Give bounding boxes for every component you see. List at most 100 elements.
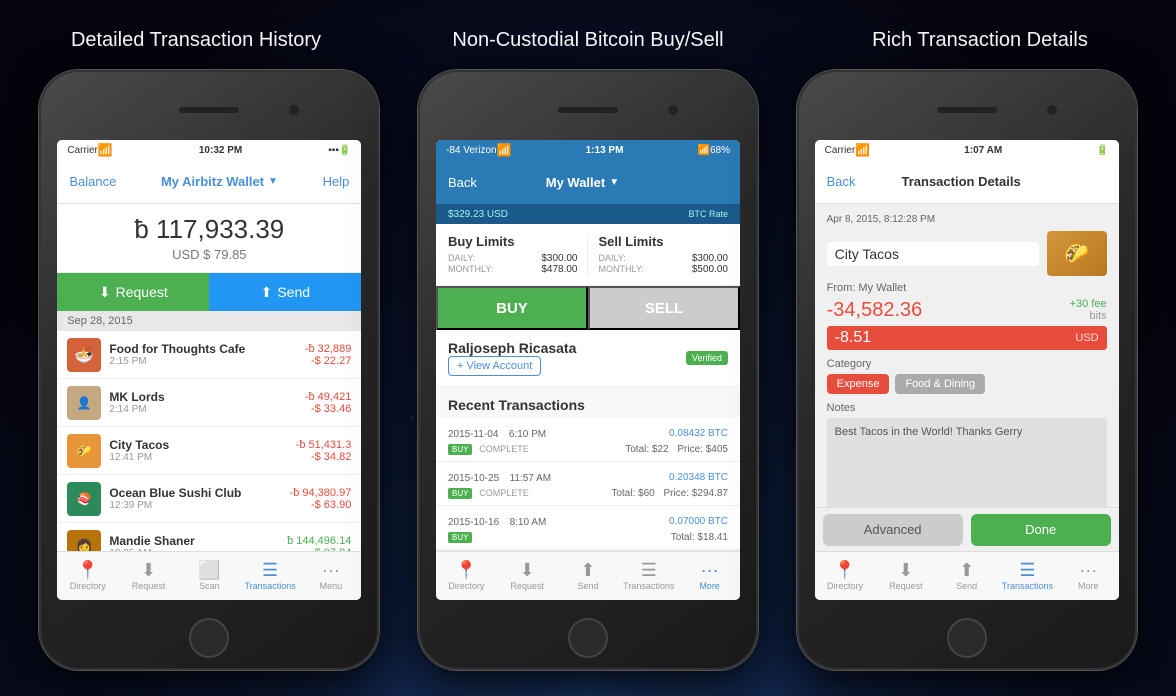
phone-1: Carrier 📶 10:32 PM ▪▪▪🔋 Balance My Airbi… [39, 70, 379, 670]
tx-amounts-1: -ƀ 32,889 -$ 22.27 [305, 343, 351, 367]
phone-2-btc-rate-label: BTC Rate [688, 209, 728, 219]
detail-notes-box[interactable]: Best Tacos in the World! Thanks Gerry [827, 418, 1107, 518]
tab-transactions-2[interactable]: ☰ Transactions [618, 561, 679, 591]
tab-directory-2[interactable]: 📍 Directory [436, 561, 497, 591]
tx-btc-1: -ƀ 32,889 [305, 343, 351, 355]
btc-tx-status-2: COMPLETE [479, 488, 529, 498]
phone-2-tab-bar: 📍 Directory ⬇ Request ⬆ Send ☰ Transacti… [436, 551, 740, 600]
phone-2-nav-left[interactable]: Back [448, 175, 477, 190]
tx-icon-4: 🍣 [67, 482, 101, 516]
tx-amounts-2: -ƀ 49,421 -$ 33.46 [305, 391, 351, 415]
btc-tx-total-3: Total: $18.41 [671, 532, 728, 543]
tab-directory-3[interactable]: 📍 Directory [815, 561, 876, 591]
tx-time-1: 2:15 PM [109, 356, 305, 367]
buy-tab-button[interactable]: BUY [436, 286, 588, 330]
view-account-button[interactable]: + View Account [448, 356, 541, 376]
table-row[interactable]: 🌮 City Tacos 12:41 PM -ƀ 51,431.3 -$ 34.… [57, 427, 361, 475]
list-item[interactable]: 2015-10-16 8:10 AM 0.07000 BTC BUY Total… [436, 506, 740, 550]
tab-send-2[interactable]: ⬆ Send [558, 561, 619, 591]
phone-1-dropdown-arrow[interactable]: ▼ [268, 176, 278, 187]
phone-2-home[interactable] [568, 618, 608, 658]
btc-tx-date-1: 2015-11-04 [448, 429, 498, 440]
sell-tab-button[interactable]: SELL [588, 286, 740, 330]
btc-tx-left-3: 2015-10-16 8:10 AM [448, 512, 546, 530]
phone-1-send-button[interactable]: ⬆ Send [209, 273, 361, 311]
phone-1-nav-right[interactable]: Help [323, 174, 350, 189]
tx-icon-3: 🌮 [67, 434, 101, 468]
section-title-2: Non-Custodial Bitcoin Buy/Sell [452, 29, 723, 52]
advanced-button[interactable]: Advanced [823, 514, 963, 546]
tab-more-2[interactable]: ··· More [679, 561, 740, 591]
detail-merchant-row: City Tacos 🌮 [827, 231, 1107, 276]
phone-1-home[interactable] [189, 618, 229, 658]
buy-daily-value: $300.00 [541, 253, 577, 264]
btc-tx-left-1: 2015-11-04 6:10 PM [448, 424, 546, 442]
category-food-tag[interactable]: Food & Dining [895, 374, 985, 394]
list-item[interactable]: 2015-11-04 6:10 PM 0.08432 BTC BUY COMPL… [436, 418, 740, 462]
tab-request-3[interactable]: ⬇ Request [875, 561, 936, 591]
btc-tx-date-3: 2015-10-16 [448, 517, 499, 528]
detail-merchant-name: City Tacos [827, 242, 1039, 266]
phone-3: Carrier 📶 1:07 AM 🔋 Back Transaction Det… [797, 70, 1137, 670]
more-icon-3: ··· [1079, 561, 1097, 579]
phone-1-date-header: Sep 28, 2015 [57, 311, 361, 331]
btc-tx-details-1: BUY COMPLETE Total: $22 Price: $405 [448, 444, 728, 455]
request-icon-tab: ⬇ [141, 561, 156, 579]
table-row[interactable]: 🍣 Ocean Blue Sushi Club 12:39 PM -ƀ 94,3… [57, 475, 361, 523]
detail-amounts-row: -34,582.36 +30 fee bits [827, 298, 1107, 322]
tx-name-1: Food for Thoughts Cafe [109, 342, 305, 356]
tab-request-1[interactable]: ⬇ Request [118, 561, 179, 591]
section-title-1: Detailed Transaction History [71, 29, 321, 52]
section-header-1: Detailed Transaction History [0, 0, 392, 80]
section-headers: Detailed Transaction History Non-Custodi… [0, 0, 1176, 80]
category-expense-tag[interactable]: Expense [827, 374, 890, 394]
btc-tx-time-1: 6:10 PM [509, 429, 546, 440]
phone-3-nav-left[interactable]: Back [827, 174, 856, 189]
phone-1-time: 10:32 PM [113, 145, 328, 156]
sell-limits-col: Sell Limits DAILY: $300.00 MONTHLY: $500… [598, 234, 728, 275]
phone-2-wallet-amount: $329.23 USD [448, 209, 508, 220]
detail-notes-label: Notes [827, 402, 1107, 414]
tab-transactions-1[interactable]: ☰ Transactions [240, 561, 301, 591]
table-row[interactable]: 🍜 Food for Thoughts Cafe 2:15 PM -ƀ 32,8… [57, 331, 361, 379]
list-item[interactable]: 2015-10-25 11:57 AM 0.20348 BTC BUY COMP… [436, 462, 740, 506]
phone-2-limits: Buy Limits DAILY: $300.00 MONTHLY: $478.… [436, 224, 740, 286]
tab-scan-1[interactable]: ⬜ Scan [179, 561, 240, 591]
tab-directory-1[interactable]: 📍 Directory [57, 561, 118, 591]
tx-btc-4: -ƀ 94,380.97 [290, 487, 352, 499]
sell-monthly-row: MONTHLY: $500.00 [598, 264, 728, 275]
tx-info-1: Food for Thoughts Cafe 2:15 PM [109, 342, 305, 367]
phone-1-nav-left[interactable]: Balance [69, 174, 116, 189]
detail-fee-section: +30 fee bits [1070, 298, 1107, 322]
sell-monthly-value: $500.00 [692, 264, 728, 275]
btc-tx-totals-3: Total: $18.41 [671, 532, 728, 543]
tx-name-2: MK Lords [109, 390, 305, 404]
phone-3-home[interactable] [947, 618, 987, 658]
btc-tx-top-2: 2015-10-25 11:57 AM 0.20348 BTC [448, 468, 728, 486]
tab-menu-1[interactable]: ··· Menu [301, 561, 362, 591]
btc-tx-total-1: Total: $22 [625, 444, 668, 455]
phone-2-battery: 68% [710, 145, 730, 156]
send-icon-3: ⬆ [959, 561, 974, 579]
btc-tx-badge-1: BUY [448, 444, 472, 455]
tab-more-3[interactable]: ··· More [1058, 561, 1119, 591]
more-icon-2: ··· [701, 561, 719, 579]
tx-info-4: Ocean Blue Sushi Club 12:39 PM [109, 486, 289, 511]
done-button[interactable]: Done [971, 514, 1111, 546]
tx-name-5: Mandie Shaner [109, 534, 287, 548]
tx-time-4: 12:39 PM [109, 500, 289, 511]
phone-3-navbar: Back Transaction Details [815, 160, 1119, 204]
tab-request-2[interactable]: ⬇ Request [497, 561, 558, 591]
btc-tx-totals-2: Total: $60 Price: $294.87 [611, 488, 728, 499]
btc-tx-badge-status-1: BUY COMPLETE [448, 444, 529, 455]
phone-1-request-button[interactable]: ⬇ Request [57, 273, 209, 311]
table-row[interactable]: 👤 MK Lords 2:14 PM -ƀ 49,421 -$ 33.46 [57, 379, 361, 427]
tab-transactions-3[interactable]: ☰ Transactions [997, 561, 1058, 591]
phone-2-dropdown-arrow[interactable]: ▼ [609, 177, 619, 188]
tx-btc-2: -ƀ 49,421 [305, 391, 351, 403]
tx-btc-5: ƀ 144,496.14 [287, 535, 351, 547]
user-info: Raljoseph Ricasata + View Account [448, 340, 576, 376]
tab-send-3[interactable]: ⬆ Send [936, 561, 997, 591]
tx-time-2: 2:14 PM [109, 404, 305, 415]
sell-monthly-label: MONTHLY: [598, 264, 643, 275]
